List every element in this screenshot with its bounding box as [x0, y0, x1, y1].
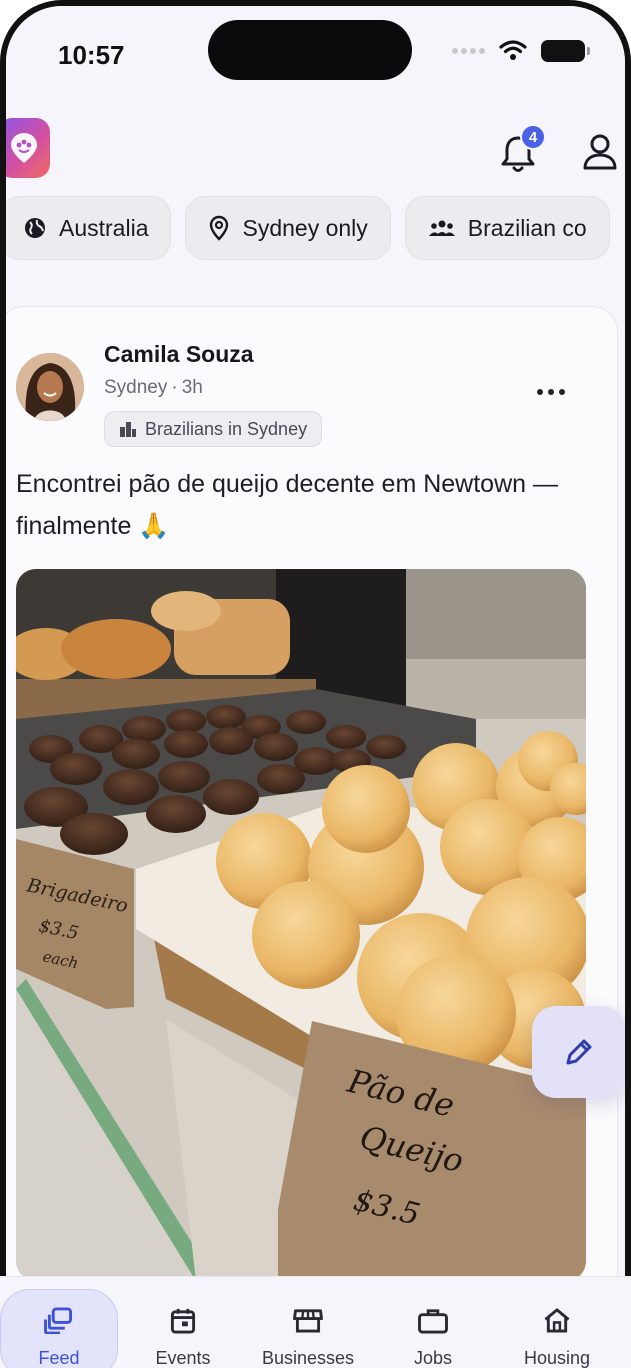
post-image[interactable]: Brigadeiro $3.5 each Pão de Queijo $3.5 — [16, 569, 586, 1281]
briefcase-icon — [418, 1309, 448, 1334]
chip-label: Sydney only — [242, 214, 368, 241]
meta-separator: · — [171, 377, 178, 398]
feed-icon — [44, 1307, 73, 1334]
map-pin-logo-icon — [11, 133, 37, 163]
phone-frame: 10:57 4 Australia Sydney only Brazilian … — [0, 0, 631, 1368]
post-location: Sydney — [104, 377, 168, 398]
avatar[interactable] — [16, 353, 84, 421]
chip-country[interactable]: Australia — [6, 196, 172, 260]
group-tag-label: Brazilians in Sydney — [145, 418, 308, 439]
post-text: Encontrei pão de queijo decente em Newto… — [16, 470, 558, 540]
filter-chips: Australia Sydney only Brazilian co — [6, 196, 610, 260]
globe-icon — [25, 218, 45, 238]
group-tag[interactable]: Brazilians in Sydney — [104, 411, 323, 447]
nav-label: Events — [155, 1348, 211, 1368]
bottom-nav: Feed Events Businesses Jobs Housing — [0, 1276, 631, 1368]
cellular-signal-icon — [452, 48, 485, 54]
home-icon — [544, 1308, 570, 1333]
location-pin-icon — [210, 215, 229, 241]
nav-label: Businesses — [261, 1348, 355, 1368]
bakery-photo: Brigadeiro $3.5 each Pão de Queijo $3.5 — [16, 569, 586, 1281]
nav-businesses[interactable]: Businesses — [249, 1277, 367, 1368]
screen: 10:57 4 Australia Sydney only Brazilian … — [6, 6, 625, 1368]
avatar-photo — [16, 353, 84, 421]
nav-jobs[interactable]: Jobs — [374, 1277, 492, 1368]
compose-post-button[interactable] — [532, 1006, 625, 1098]
nav-label: Jobs — [413, 1348, 453, 1368]
chip-community[interactable]: Brazilian co — [404, 196, 610, 260]
pencil-icon — [566, 1039, 592, 1065]
dynamic-island — [208, 20, 412, 80]
battery-icon — [541, 40, 590, 62]
status-icons — [452, 40, 590, 62]
nav-events[interactable]: Events — [124, 1277, 242, 1368]
wifi-icon — [499, 40, 527, 60]
post-meta: Sydney · 3h — [104, 377, 207, 399]
city-buildings-icon — [120, 422, 136, 437]
nav-label: Feed — [38, 1348, 80, 1368]
more-options-button[interactable] — [531, 377, 571, 407]
calendar-icon — [170, 1308, 196, 1334]
app-logo[interactable] — [6, 118, 50, 178]
chip-label: Brazilian co — [467, 214, 587, 241]
profile-icon[interactable] — [580, 130, 620, 174]
nav-housing[interactable]: Housing — [498, 1277, 616, 1368]
chip-city[interactable]: Sydney only — [185, 196, 391, 260]
nav-feed[interactable]: Feed — [0, 1277, 118, 1368]
notification-count-badge: 4 — [520, 124, 546, 150]
post-author[interactable]: Camila Souza — [104, 341, 254, 368]
community-icon — [428, 220, 455, 236]
post-card: Camila Souza Sydney · 3h Brazilians in Syd… — [6, 306, 618, 1368]
nav-label: Housing — [523, 1348, 591, 1368]
storefront-icon — [293, 1309, 323, 1333]
status-time: 10:57 — [58, 40, 125, 70]
post-time: 3h — [181, 377, 203, 398]
chip-label: Australia — [59, 214, 149, 241]
